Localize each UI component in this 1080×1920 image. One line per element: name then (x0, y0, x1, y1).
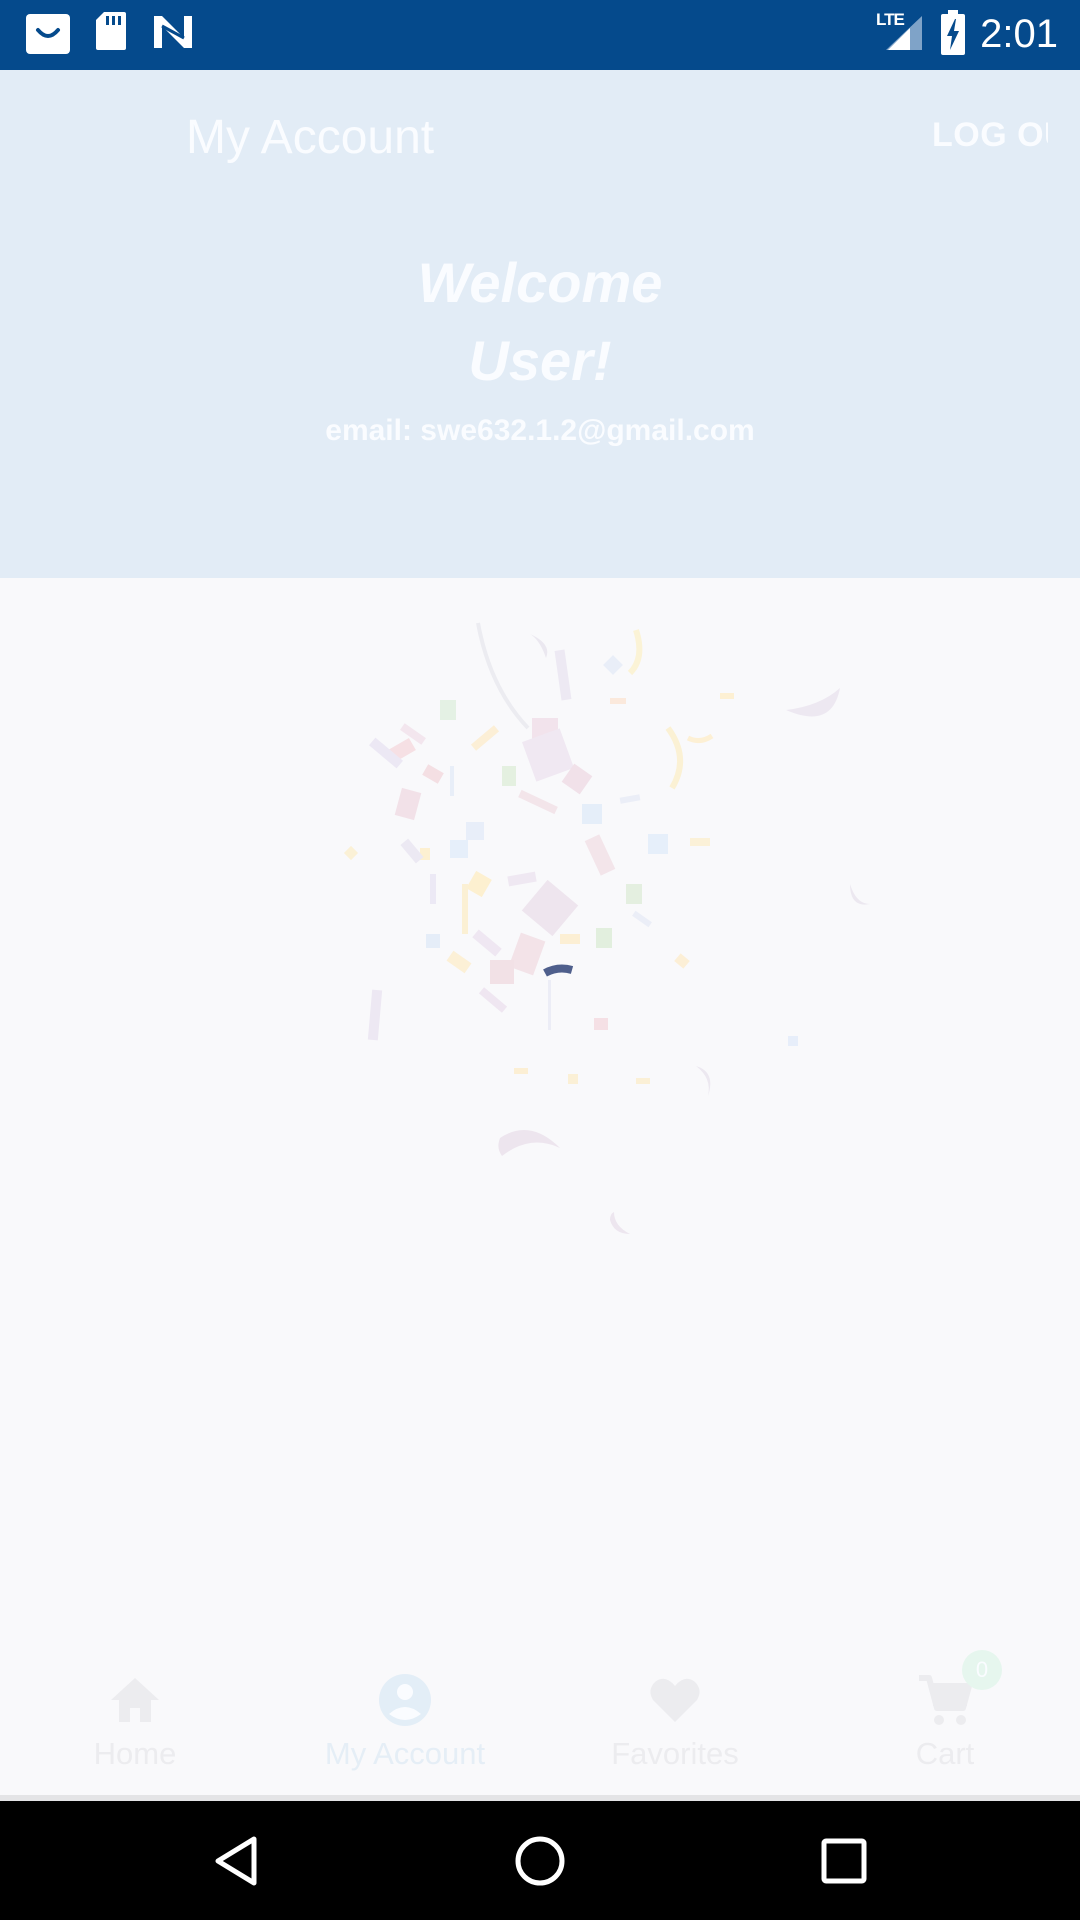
nav-label-home: Home (93, 1736, 177, 1771)
welcome-heading-line2: User! (468, 329, 612, 392)
heart-icon (650, 1678, 700, 1722)
page-title: My Account (186, 111, 435, 164)
confetti-animation (343, 622, 870, 1234)
nav-item-favorites[interactable]: Favorites (540, 1630, 810, 1795)
cart-count-badge: 0 (962, 1650, 1002, 1690)
screen: LTE 2:01 My Account LOG OUT Welcome User… (0, 0, 1080, 1920)
nav-item-my-account[interactable]: My Account (270, 1630, 540, 1795)
account-circle-icon (379, 1674, 431, 1726)
home-icon (111, 1678, 159, 1722)
account-header: My Account LOG OUT Welcome User! email: … (0, 70, 1080, 578)
sd-card-icon (96, 12, 126, 50)
signal-icon (886, 16, 922, 50)
n-logo-icon (154, 16, 192, 48)
bottom-navigation: Home My Account Favorites Cart (0, 1630, 1080, 1795)
nav-label-cart: Cart (915, 1736, 975, 1771)
status-clock: 2:01 (980, 12, 1058, 56)
recents-icon[interactable] (812, 1829, 876, 1893)
home-circle-icon[interactable] (508, 1829, 572, 1893)
nav-label-favorites: Favorites (611, 1736, 739, 1771)
nav-item-cart[interactable]: Cart (810, 1630, 1080, 1795)
welcome-heading-line1: Welcome (417, 251, 663, 314)
status-bar: LTE 2:01 (0, 0, 1080, 70)
back-icon[interactable] (206, 1829, 270, 1893)
user-email: email: swe632.1.2@gmail.com (325, 414, 755, 447)
nav-label-my-account: My Account (324, 1736, 486, 1771)
battery-charging-icon (941, 10, 965, 55)
nav-item-home[interactable]: Home (0, 1630, 270, 1795)
shopping-bag-icon (26, 14, 70, 54)
logout-button[interactable]: LOG OUT (932, 116, 1048, 164)
system-navigation-bar (0, 1801, 1080, 1920)
